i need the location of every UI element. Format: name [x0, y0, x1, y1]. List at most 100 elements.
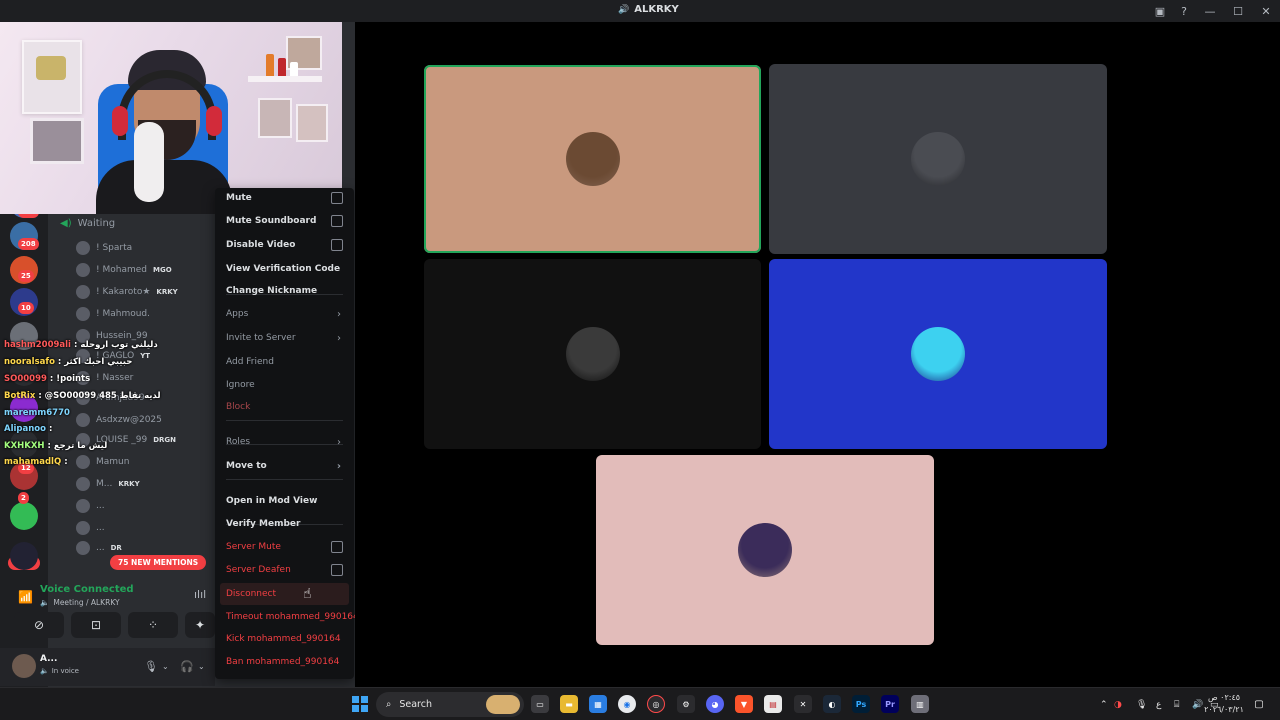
help-icon[interactable]: ?: [1172, 0, 1196, 22]
steam-settings-icon[interactable]: ⚙: [677, 695, 695, 713]
task-view-icon[interactable]: ▭: [531, 695, 549, 713]
headphones-icon[interactable]: 🎧: [180, 660, 194, 673]
menu-item-disconnect[interactable]: Disconnect: [220, 583, 349, 605]
voice-member[interactable]: ! Mahmoud.: [76, 304, 150, 324]
activities-icon[interactable]: ⁘: [128, 612, 178, 638]
tray-app-icon[interactable]: ◑: [1114, 700, 1136, 710]
antivirus-icon[interactable]: ◎: [647, 695, 665, 713]
file-explorer-icon[interactable]: ▬: [560, 695, 578, 713]
avatar: [76, 307, 90, 321]
menu-item-kick-mohammed-990164[interactable]: Kick mohammed_990164: [220, 628, 349, 650]
server-mention-badge: 25: [18, 270, 34, 282]
close-icon[interactable]: ✕: [1252, 0, 1280, 22]
menu-item-ban-mohammed-990164[interactable]: Ban mohammed_990164: [220, 651, 349, 673]
language-indicator[interactable]: ع: [1156, 700, 1174, 710]
checkbox[interactable]: [331, 239, 343, 251]
participant-video-tile[interactable]: [424, 65, 761, 253]
avatar[interactable]: [12, 654, 36, 678]
menu-item-move-to[interactable]: Move to ›: [220, 455, 349, 477]
chevron-up-icon[interactable]: ⌃: [1100, 700, 1114, 710]
member-tag: MGO: [152, 266, 172, 274]
menu-item-mute-soundboard[interactable]: Mute Soundboard: [220, 210, 349, 232]
chat-message: : !points: [49, 374, 91, 384]
menu-item-label: Open in Mod View: [226, 496, 318, 506]
menu-item-view-verification-code[interactable]: View Verification Code: [220, 258, 349, 280]
menu-item-server-mute[interactable]: Server Mute: [220, 536, 349, 558]
menu-item-label: Timeout mohammed_990164: [226, 612, 359, 622]
capcut-icon[interactable]: ✕: [794, 695, 812, 713]
document-app-icon[interactable]: ▤: [764, 695, 782, 713]
voice-member-name: ...: [96, 543, 105, 553]
server-icon[interactable]: [10, 502, 38, 530]
member-tag: YT: [140, 352, 151, 360]
voice-member[interactable]: Mamun: [76, 452, 129, 472]
speaker-icon: ◀): [60, 218, 72, 229]
screen-share-icon[interactable]: ⊡: [71, 612, 121, 638]
window-title: 🔊 ALKRKY: [618, 4, 679, 15]
store-icon[interactable]: ▦: [589, 695, 607, 713]
menu-item-apps[interactable]: Apps ›: [220, 303, 349, 325]
menu-item-label: Disconnect: [226, 589, 276, 599]
brave-icon[interactable]: ▼: [735, 695, 753, 713]
menu-item-disable-video[interactable]: Disable Video: [220, 234, 349, 256]
checkbox[interactable]: [331, 215, 343, 227]
mentions-pill[interactable]: 75 NEW MENTIONS: [110, 555, 207, 570]
checkbox[interactable]: [331, 541, 343, 553]
voice-member[interactable]: ! Kakaroto★ KRKY: [76, 282, 178, 302]
avatar: [76, 455, 90, 469]
chrome-icon[interactable]: ◉: [618, 695, 636, 713]
menu-item-add-friend[interactable]: Add Friend: [220, 351, 349, 373]
taskbar-clock[interactable]: ٠٢:٤٥ ص ٢٠٢٦/٠٣/٢١: [1204, 692, 1244, 716]
participant-video-tile[interactable]: [769, 64, 1107, 254]
menu-item-verify-member[interactable]: Verify Member: [220, 513, 349, 535]
menu-item-label: Change Nickname: [226, 286, 318, 296]
menu-item-roles[interactable]: Roles ›: [220, 431, 349, 453]
menu-item-invite-to-server[interactable]: Invite to Server ›: [220, 327, 349, 349]
voice-channel-waiting[interactable]: ◀) Waiting: [60, 218, 115, 229]
voice-member-name: ! Mahmoud.: [96, 309, 151, 319]
voice-member[interactable]: ! Mohamed MGO: [76, 260, 172, 280]
menu-item-timeout-mohammed-990164[interactable]: Timeout mohammed_990164: [220, 606, 359, 628]
voice-member[interactable]: M... KRKY: [76, 474, 140, 494]
voice-connected-subtitle[interactable]: 🔈 Meeting / ALKRKY: [40, 598, 120, 607]
menu-item-open-in-mod-view[interactable]: Open in Mod View: [220, 490, 349, 512]
minimize-icon[interactable]: —: [1196, 0, 1224, 22]
microphone-icon[interactable]: 🎙: [1136, 700, 1156, 710]
voice-member[interactable]: ...: [76, 518, 105, 538]
menu-item-mute[interactable]: Mute: [220, 187, 349, 209]
menu-item-block[interactable]: Block: [220, 396, 349, 418]
premiere-icon[interactable]: Pr: [881, 695, 899, 713]
overlay-chat-line: hashm2009ali: دليلني توب اروحله: [4, 338, 158, 352]
soundboard-icon[interactable]: ✦: [185, 612, 215, 638]
participant-video-tile[interactable]: [424, 259, 761, 449]
voice-connected-title[interactable]: Voice Connected: [40, 584, 134, 595]
windows-start-icon[interactable]: [352, 696, 368, 712]
avatar: [76, 263, 90, 277]
chevron-down-icon[interactable]: ⌄: [162, 662, 169, 671]
server-mention-badge: 10: [18, 302, 34, 314]
server-icon[interactable]: [10, 542, 38, 570]
notifications-icon[interactable]: ▢: [1252, 697, 1266, 711]
network-icon[interactable]: ⌸: [1174, 700, 1192, 710]
photoshop-icon[interactable]: Ps: [852, 695, 870, 713]
taskbar-search[interactable]: ⌕ Search: [376, 692, 524, 717]
steam-icon[interactable]: ◐: [823, 695, 841, 713]
menu-item-server-deafen[interactable]: Server Deafen: [220, 559, 349, 581]
menu-item-change-nickname[interactable]: Change Nickname: [220, 280, 349, 302]
menu-item-ignore[interactable]: Ignore: [220, 374, 349, 396]
participant-video-tile[interactable]: [769, 259, 1107, 449]
maximize-icon[interactable]: ☐: [1224, 0, 1252, 22]
participant-video-tile[interactable]: [596, 455, 934, 645]
camera-off-icon[interactable]: ⊘: [14, 612, 64, 638]
voice-member[interactable]: ...: [76, 496, 105, 516]
discord-icon[interactable]: ◕: [706, 695, 724, 713]
voice-member[interactable]: Asdxzw@2025: [76, 410, 162, 430]
noise-suppression-icon[interactable]: ılıl: [194, 588, 206, 601]
voice-member[interactable]: ! Sparta: [76, 238, 132, 258]
checkbox[interactable]: [331, 564, 343, 576]
chevron-down-icon[interactable]: ⌄: [198, 662, 205, 671]
microphone-icon[interactable]: 🎙: [144, 660, 158, 673]
checkbox[interactable]: [331, 192, 343, 204]
screen-share-icon[interactable]: ▣: [1148, 0, 1172, 22]
app-window-icon[interactable]: ▥: [911, 695, 929, 713]
